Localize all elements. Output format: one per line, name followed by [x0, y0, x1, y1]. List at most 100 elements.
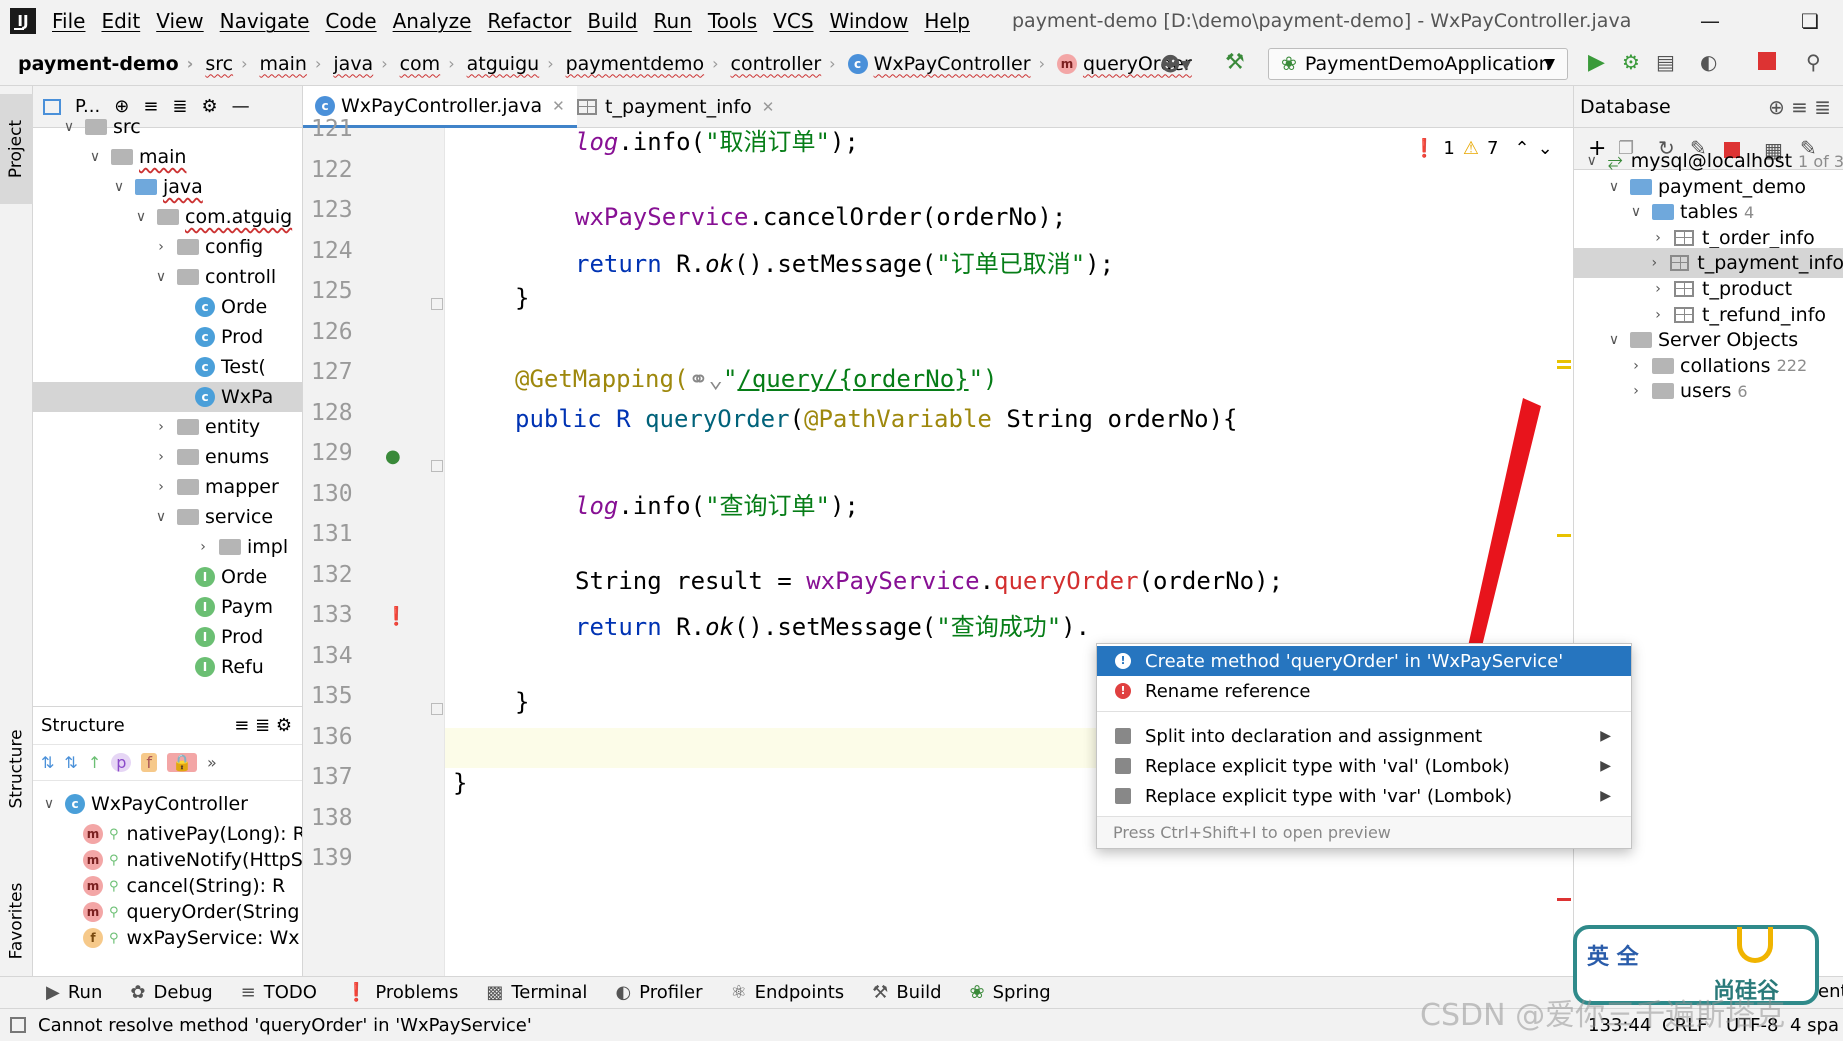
maximize-icon[interactable]: ❏: [1780, 4, 1840, 38]
chevron-down-icon[interactable]: ∨: [1606, 332, 1622, 348]
menu-view[interactable]: View: [154, 9, 205, 33]
project-tree-item[interactable]: › enums: [33, 442, 302, 472]
favorites-tool-tab[interactable]: Favorites: [0, 856, 33, 986]
more-icon[interactable]: »: [207, 753, 217, 772]
fold-marker-icon[interactable]: [431, 703, 443, 715]
project-tree-item[interactable]: › mapper: [33, 472, 302, 502]
project-tree-item[interactable]: ∨ main: [33, 142, 302, 172]
breadcrumb-wxpaycontroller[interactable]: c WxPayController ›: [842, 53, 1051, 75]
show-nonpublic-icon[interactable]: 🔒: [167, 753, 197, 772]
warning-marker[interactable]: [1557, 534, 1571, 537]
project-tree-item[interactable]: › config: [33, 232, 302, 262]
breadcrumb-src[interactable]: src ›: [199, 53, 253, 75]
menu-file[interactable]: File: [50, 9, 87, 33]
chevron-right-icon[interactable]: ›: [1628, 383, 1644, 399]
database-tree-item[interactable]: › users 6: [1574, 376, 1843, 406]
project-tree-item[interactable]: I Refu: [33, 652, 302, 682]
breadcrumb-atguigu[interactable]: atguigu ›: [461, 53, 560, 75]
chevron-down-icon[interactable]: ∨: [133, 209, 149, 225]
minimize-icon[interactable]: —: [1680, 4, 1740, 38]
tool-run[interactable]: ▶ Run: [46, 982, 102, 1003]
menu-navigate[interactable]: Navigate: [218, 9, 312, 33]
endpoint-gutter-icon[interactable]: ●: [385, 446, 401, 467]
popup-item-create-method[interactable]: ! Create method 'queryOrder' in 'WxPaySer…: [1097, 646, 1631, 676]
project-tree-item[interactable]: › impl: [33, 532, 302, 562]
search-icon[interactable]: ⚲: [1806, 50, 1821, 74]
tool-spring[interactable]: ❀ Spring: [970, 982, 1051, 1003]
popup-item-rename-reference[interactable]: ! Rename reference: [1097, 676, 1631, 706]
menu-edit[interactable]: Edit: [99, 9, 142, 33]
chevron-down-icon[interactable]: ∨: [111, 179, 127, 195]
chevron-right-icon[interactable]: ›: [1628, 358, 1644, 374]
database-header-icons[interactable]: ⊕ ≡ ≣: [1768, 95, 1831, 119]
chevron-down-icon[interactable]: ∨: [153, 509, 169, 525]
toggle-tool-windows-icon[interactable]: [10, 1017, 26, 1033]
project-tree-item[interactable]: ∨ src: [33, 112, 302, 142]
warning-marker[interactable]: [1557, 366, 1571, 369]
menu-analyze[interactable]: Analyze: [391, 9, 474, 33]
sort-visibility-icon[interactable]: ⇅: [64, 753, 77, 772]
chevron-right-icon[interactable]: ›: [153, 239, 169, 255]
menu-run[interactable]: Run: [652, 9, 694, 33]
structure-settings-icon[interactable]: ≡ ≣ ⚙: [234, 715, 292, 736]
debug-icon[interactable]: ⚙: [1622, 50, 1640, 74]
chevron-down-icon[interactable]: ∨: [61, 119, 77, 135]
chevron-down-icon[interactable]: ∨: [1606, 179, 1622, 195]
structure-root[interactable]: ∨ c WxPayController: [41, 789, 248, 819]
close-icon[interactable]: ✕: [762, 98, 775, 116]
breadcrumb-java[interactable]: java ›: [327, 53, 393, 75]
sort-alpha-icon[interactable]: ⇅: [41, 753, 54, 772]
chevron-right-icon[interactable]: ›: [195, 539, 211, 555]
project-tree-item[interactable]: c WxPa: [33, 382, 302, 412]
chevron-down-icon[interactable]: ∨: [87, 149, 103, 165]
chevron-right-icon[interactable]: ›: [153, 419, 169, 435]
project-tree-item[interactable]: c Test(: [33, 352, 302, 382]
menu-build[interactable]: Build: [585, 9, 639, 33]
menu-tools[interactable]: Tools: [706, 9, 759, 33]
profile-icon[interactable]: ◐: [1700, 50, 1717, 74]
error-marker[interactable]: [1557, 898, 1571, 901]
popup-item-replace-val[interactable]: Replace explicit type with 'val' (Lombok…: [1097, 751, 1631, 781]
project-tree-item[interactable]: I Orde: [33, 562, 302, 592]
fold-marker-icon[interactable]: [431, 460, 443, 472]
breadcrumb-com[interactable]: com ›: [394, 53, 461, 75]
popup-item-split-declaration[interactable]: Split into declaration and assignment ▶: [1097, 721, 1631, 751]
project-tree-item[interactable]: I Prod: [33, 622, 302, 652]
chevron-down-icon[interactable]: ∨: [153, 269, 169, 285]
project-tree-item[interactable]: c Prod: [33, 322, 302, 352]
breadcrumb-controller[interactable]: controller ›: [725, 53, 842, 75]
build-hammer-icon[interactable]: ⚒: [1225, 50, 1245, 75]
chevron-right-icon[interactable]: ›: [1650, 281, 1666, 297]
event-log-label[interactable]: ent: [1818, 981, 1843, 1002]
menu-vcs[interactable]: VCS: [771, 9, 815, 33]
run-configuration-select[interactable]: ❀ PaymentDemoApplication ▼: [1268, 48, 1568, 80]
menu-code[interactable]: Code: [323, 9, 378, 33]
breadcrumb-paymentdemo[interactable]: paymentdemo ›: [560, 53, 725, 75]
previous-highlight-icon[interactable]: ⌃: [1514, 138, 1529, 159]
project-tree-item[interactable]: ∨ controll: [33, 262, 302, 292]
chevron-right-icon[interactable]: ›: [153, 479, 169, 495]
inspection-widget[interactable]: ❗ 1 ⚠ 7 ⌃ ⌄: [1413, 138, 1553, 159]
popup-item-replace-var[interactable]: Replace explicit type with 'var' (Lombok…: [1097, 781, 1631, 811]
chevron-down-icon[interactable]: ∨: [1584, 153, 1600, 169]
chevron-right-icon[interactable]: ›: [1650, 230, 1666, 246]
project-tree-item[interactable]: c Orde: [33, 292, 302, 322]
breadcrumb-main[interactable]: main ›: [254, 53, 328, 75]
breadcrumb-project[interactable]: payment-demo ›: [0, 53, 199, 75]
indent-setting[interactable]: 4 spa: [1790, 1015, 1839, 1036]
chevron-right-icon[interactable]: ›: [1647, 255, 1662, 271]
tool-build[interactable]: ⚒ Build: [872, 982, 941, 1003]
fold-marker-icon[interactable]: [431, 298, 443, 310]
run-icon[interactable]: ▶: [1588, 50, 1605, 75]
project-tree-item[interactable]: I Paym: [33, 592, 302, 622]
show-inherited-icon[interactable]: ↑: [88, 753, 101, 772]
structure-tool-tab[interactable]: Structure: [0, 714, 33, 824]
tool-problems[interactable]: ❗ Problems: [345, 982, 458, 1003]
chevron-down-icon[interactable]: ∨: [1628, 204, 1644, 220]
tool-profiler[interactable]: ◐ Profiler: [615, 982, 702, 1003]
show-properties-icon[interactable]: p: [111, 753, 132, 772]
error-bulb-icon[interactable]: ❗: [385, 606, 407, 627]
show-fields-icon[interactable]: f: [141, 753, 158, 772]
tab-t-payment-info[interactable]: t_payment_info ✕: [565, 86, 786, 128]
chevron-right-icon[interactable]: ›: [1650, 307, 1666, 323]
